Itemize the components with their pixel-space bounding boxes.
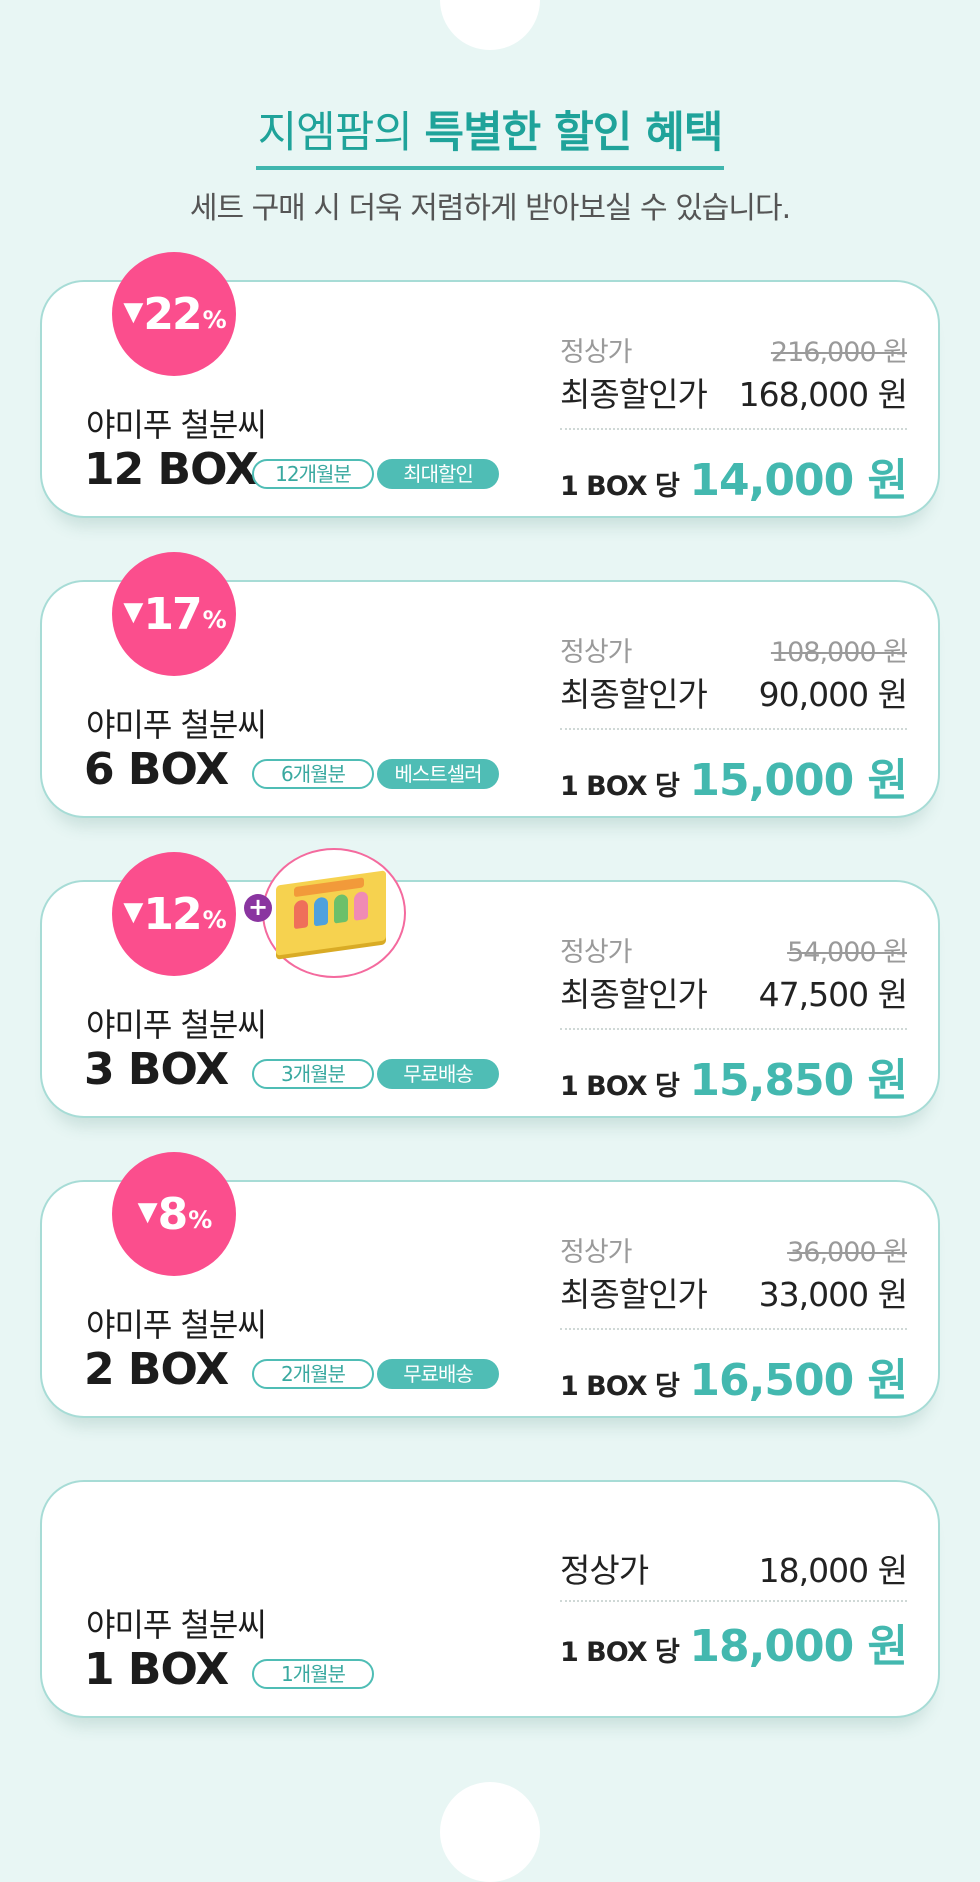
percent-sign: %: [202, 306, 227, 334]
regular-price: 36,000 원: [787, 1237, 908, 1268]
regular-price: 108,000 원: [770, 637, 908, 668]
regular-price-label: 정상가: [560, 337, 633, 368]
regular-price-label: 정상가: [560, 1237, 633, 1268]
regular-price-label: 정상가: [560, 637, 633, 668]
dotted-divider: [560, 1600, 907, 1602]
final-price: 33,000 원: [758, 1275, 908, 1314]
box-quantity: 2 BOX: [84, 1344, 229, 1395]
percent-sign: %: [202, 906, 227, 934]
box-quantity: 1 BOX: [84, 1644, 229, 1695]
down-triangle-icon: ▼: [123, 597, 143, 627]
per-box-label: 1 BOX 당: [560, 1371, 680, 1402]
months-tag: 3개월분: [252, 1059, 374, 1089]
months-tag: 6개월분: [252, 759, 374, 789]
final-price-label: 최종할인가: [560, 675, 708, 714]
down-triangle-icon: ▼: [123, 297, 143, 327]
offer-card-1box[interactable]: 야미푸 철분씨 1 BOX 1개월분 정상가 18,000 원 1 BOX 당 18…: [40, 1480, 940, 1718]
offer-card-3box[interactable]: ▼ 12 % + 야미푸 철분씨 3 BOX 3개월분 무료배송 정상가 54,0…: [40, 848, 940, 1118]
percent-sign: %: [202, 606, 227, 634]
discount-badge: ▼ 8 %: [112, 1152, 236, 1276]
dotted-divider: [560, 428, 907, 430]
box-quantity: 3 BOX: [84, 1044, 229, 1095]
per-box-label: 1 BOX 당: [560, 1071, 680, 1102]
months-tag: 1개월분: [252, 1659, 374, 1689]
per-box-price: 16,500 원: [689, 1355, 908, 1406]
final-price-row: 최종할인가 168,000 원: [560, 368, 908, 416]
final-price-label: 최종할인가: [560, 375, 708, 414]
extra-tag: 무료배송: [377, 1359, 499, 1389]
discount-value: 22: [143, 288, 202, 340]
product-name: 야미푸 철분씨: [86, 706, 267, 744]
discount-value: 17: [143, 588, 202, 640]
per-box-row: 1 BOX 당 18,000 원: [560, 1610, 908, 1674]
discount-badge: ▼ 17 %: [112, 552, 236, 676]
regular-price-label: 정상가: [560, 1551, 649, 1590]
per-box-row: 1 BOX 당 15,850 원: [560, 1044, 908, 1108]
per-box-price: 14,000 원: [689, 455, 908, 506]
final-price: 90,000 원: [758, 675, 908, 714]
dotted-divider: [560, 728, 907, 730]
offer-card-2box[interactable]: ▼ 8 % 야미푸 철분씨 2 BOX 2개월분 무료배송 정상가 36,000 …: [40, 1152, 940, 1418]
regular-price: 216,000 원: [770, 337, 908, 368]
plus-icon: +: [244, 894, 272, 922]
title-highlight: 특별한 할인 혜택: [424, 108, 724, 158]
regular-price-row: 정상가 36,000 원: [560, 1230, 908, 1269]
months-tag: 2개월분: [252, 1359, 374, 1389]
per-box-row: 1 BOX 당 15,000 원: [560, 744, 908, 808]
down-triangle-icon: ▼: [123, 897, 143, 927]
title-plain: 지엠팜의: [257, 108, 425, 158]
percent-sign: %: [188, 1206, 212, 1234]
page-subtitle: 세트 구매 시 더욱 저렴하게 받아보실 수 있습니다.: [189, 191, 791, 226]
dotted-divider: [560, 1028, 907, 1030]
per-box-price: 15,000 원: [689, 755, 908, 806]
months-tag: 12개월분: [252, 459, 374, 489]
per-box-row: 1 BOX 당 16,500 원: [560, 1344, 908, 1408]
regular-price-row: 정상가 108,000 원: [560, 630, 908, 669]
ticket-notch-top: [440, 0, 540, 50]
offer-card-6box[interactable]: ▼ 17 % 야미푸 철분씨 6 BOX 6개월분 베스트셀러 정상가 108,0…: [40, 552, 940, 818]
per-box-label: 1 BOX 당: [560, 1637, 680, 1668]
product-name: 야미푸 철분씨: [86, 1006, 267, 1044]
discount-badge: ▼ 22 %: [112, 252, 236, 376]
extra-tag: 무료배송: [377, 1059, 499, 1089]
page-title: 지엠팜의 특별한 할인 혜택: [0, 98, 980, 170]
final-price-label: 최종할인가: [560, 1275, 708, 1314]
per-box-price: 15,850 원: [689, 1055, 908, 1106]
regular-price-row: 정상가 216,000 원: [560, 330, 908, 369]
discount-badge: ▼ 12 %: [112, 852, 236, 976]
gift-box-image: [262, 848, 406, 978]
final-price-row: 최종할인가 90,000 원: [560, 668, 908, 716]
per-box-row: 1 BOX 당 14,000 원: [560, 444, 908, 508]
ticket-notch-bottom: [440, 1782, 540, 1882]
product-name: 야미푸 철분씨: [86, 1306, 267, 1344]
per-box-label: 1 BOX 당: [560, 771, 680, 802]
final-price-label: 최종할인가: [560, 975, 708, 1014]
per-box-price: 18,000 원: [689, 1621, 908, 1672]
box-quantity: 6 BOX: [84, 744, 229, 795]
final-price-row: 최종할인가 47,500 원: [560, 968, 908, 1016]
extra-tag: 최대할인: [377, 459, 499, 489]
regular-price: 18,000 원: [758, 1551, 908, 1590]
extra-tag: 베스트셀러: [377, 759, 499, 789]
offer-card-12box[interactable]: ▼ 22 % 야미푸 철분씨 12 BOX 12개월분 최대할인 정상가 216,…: [40, 252, 940, 518]
regular-price-row: 정상가 18,000 원: [560, 1544, 908, 1592]
regular-price-label: 정상가: [560, 937, 633, 968]
final-price-row: 최종할인가 33,000 원: [560, 1268, 908, 1316]
box-quantity: 12 BOX: [84, 444, 259, 495]
product-name: 야미푸 철분씨: [86, 1606, 267, 1644]
product-name: 야미푸 철분씨: [86, 406, 267, 444]
per-box-label: 1 BOX 당: [560, 471, 680, 502]
discount-value: 12: [143, 888, 202, 940]
down-triangle-icon: ▼: [137, 1197, 158, 1227]
final-price: 168,000 원: [738, 375, 908, 414]
discount-value: 8: [157, 1188, 189, 1240]
regular-price-row: 정상가 54,000 원: [560, 930, 908, 969]
regular-price: 54,000 원: [787, 937, 908, 968]
dotted-divider: [560, 1328, 907, 1330]
final-price: 47,500 원: [758, 975, 908, 1014]
